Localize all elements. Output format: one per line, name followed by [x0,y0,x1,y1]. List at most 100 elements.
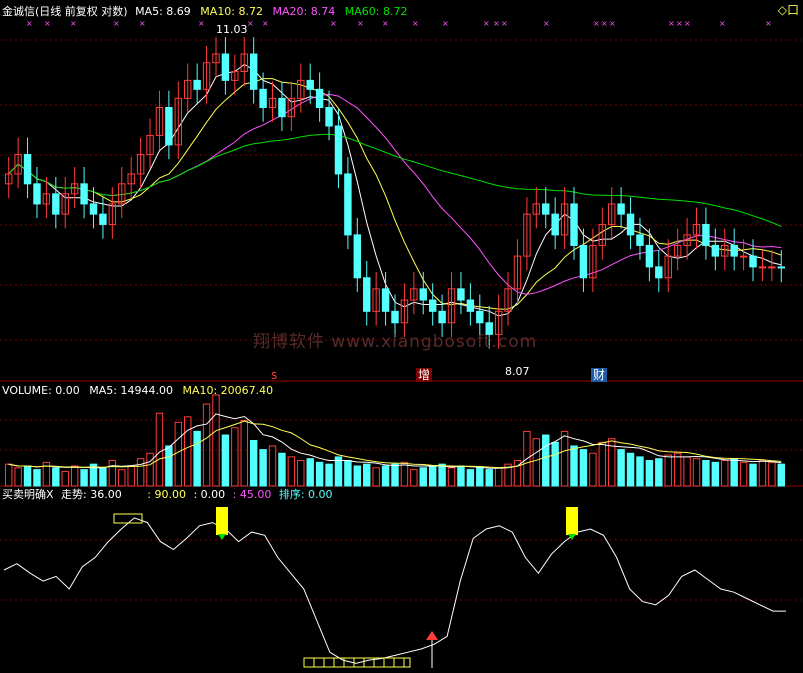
volume-bar [212,394,220,487]
cross-marker-icon: × [609,19,616,28]
candle-body [193,79,201,90]
volume-header: VOLUME: 0.00 MA5: 14944.00 MA10: 20067.4… [2,384,273,397]
marker-cai: 财 [591,368,608,382]
volume-bar [353,465,362,487]
main-header: 金诚信(日线 前复权 对数) MA5: 8.69 MA10: 8.72 MA20… [2,5,407,18]
volume-bar [560,430,569,487]
candle-body [89,203,98,215]
volume-bar [551,441,559,487]
volume-bar [344,460,352,487]
candle-body [315,88,324,108]
candle-body [476,310,484,324]
cross-marker-icon: × [493,19,500,28]
candle-body [259,88,267,108]
volume-bar [70,465,79,487]
cross-marker-icon: × [765,19,772,28]
ma5-label: MA5: 8.69 [135,5,191,18]
volume-bar [494,467,503,487]
cross-marker-icon: × [382,19,389,28]
value-0: : 0.00 [193,488,226,501]
sort-value: 排序: 0.00 [278,488,333,501]
volume-ma5: MA5: 14944.00 [89,384,173,397]
candle-body [739,255,748,258]
ma60-line [8,133,782,227]
volume-bar [23,465,32,487]
watermark: 翔博软件 www.xiangbosoft.com [253,332,538,352]
candle-body [777,266,785,269]
volume-bar [240,419,248,487]
volume-bar [466,469,475,487]
volume-bar [99,467,107,487]
candle-body [428,299,437,312]
candle-body [278,97,286,118]
volume-bar [598,441,606,487]
volume-bar [542,434,550,487]
volume-bar [485,469,493,487]
candle-body [33,183,41,205]
volume-bar [570,445,578,487]
volume-bar [278,452,286,487]
volume-bar [61,470,69,487]
cross-marker-icon: × [26,19,33,28]
cross-marker-icon: × [442,19,449,28]
candle-body [325,106,333,127]
cross-marker-icon: × [198,19,205,28]
ma20-label: MA20: 8.74 [272,5,336,18]
candle-body [306,79,314,90]
volume-bar [400,461,409,487]
volume-bar [664,454,672,487]
cross-marker-icon: × [262,19,269,28]
candle-body [165,106,173,146]
cross-marker-icon: × [501,19,508,28]
candle-body [363,277,371,312]
volume-bar [80,469,88,487]
volume-bar [626,452,635,487]
volume-bar [768,461,776,487]
volume-bar [14,467,22,487]
sell-signal-bar [216,507,228,535]
candle-body [542,203,550,215]
cross-marker-icon: × [70,19,77,28]
volume-bar [184,416,192,487]
volume-bar [297,460,305,487]
volume-bar [730,458,738,487]
volume-bar [692,458,701,487]
expand-icon[interactable]: ◇口 [778,4,799,17]
buy-arrow-icon [426,631,438,640]
candle-body [579,244,588,279]
candle-body [457,288,465,301]
candle-body [570,203,578,246]
candle-body [353,234,362,279]
high-price-label: 11.03 [216,23,248,36]
volume-bar [532,438,541,487]
volume-bar [231,427,239,487]
volume-bar [636,456,644,487]
volume-bar [334,456,343,487]
volume-ma10: MA10: 20067.40 [182,384,274,397]
candle-body [466,299,475,312]
trend-value: 走势: 36.00 [61,488,122,501]
marker-zeng: 增 [416,368,433,382]
candle-body [23,153,32,185]
volume-bar [268,445,277,487]
candle-body [702,223,710,246]
volume-bar [711,461,720,487]
volume-bar [721,460,729,487]
candlestick-series [5,37,785,349]
candle-body [334,125,343,175]
volume-bar [52,467,60,487]
candle-body [626,213,635,236]
volume-bar [146,452,154,487]
candle-body [221,53,230,81]
cross-marker-icon: × [330,19,337,28]
cross-marker-icon: × [676,19,683,28]
candle-body [438,310,446,324]
volume-bar [315,461,324,487]
marker-s: s [271,368,278,382]
volume-bar [372,467,380,487]
candle-body [419,288,427,301]
volume-bar [419,467,427,487]
candle-body [99,213,107,225]
volume-bar [645,460,654,487]
volume-bar [589,452,597,487]
